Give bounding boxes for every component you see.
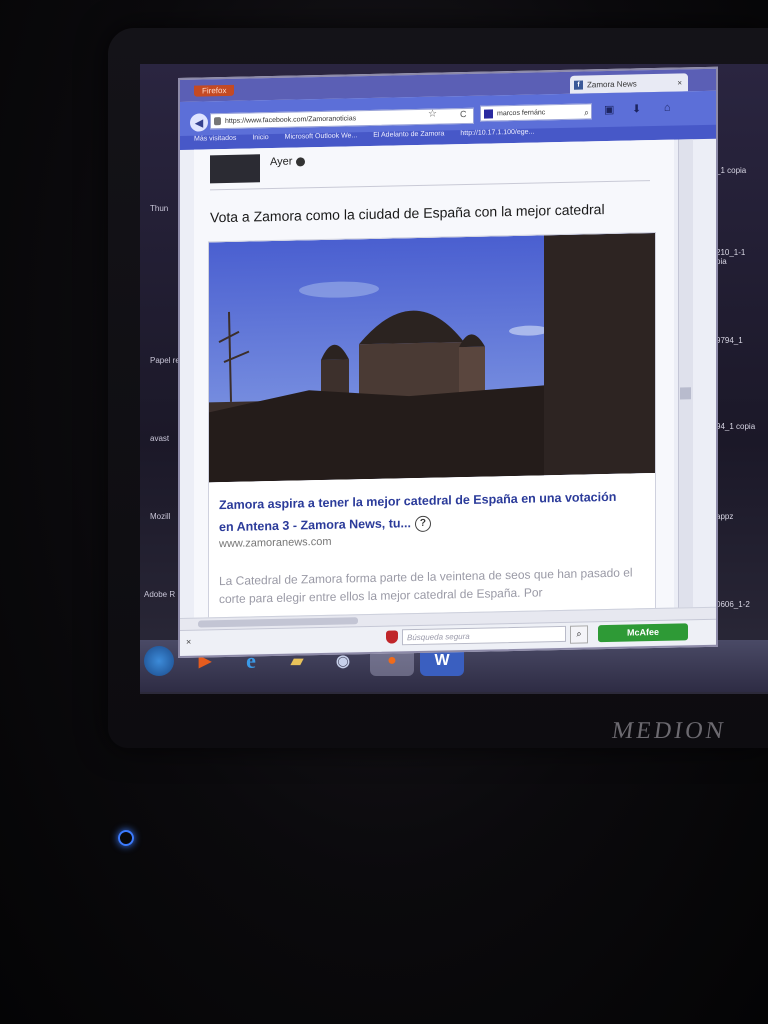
start-button-icon[interactable] [144,646,174,676]
bookmark-most-visited[interactable]: Más visitados [194,135,236,143]
desktop-file-5[interactable]: appz [716,512,756,521]
home-icon[interactable]: ⌂ [664,102,671,114]
firefox-window: Firefox f Zamora News × ◀ https://www.fa… [178,66,718,659]
secure-search-input[interactable]: Búsqueda segura [402,625,566,646]
desktop-file-4[interactable]: 94_1 copia [716,422,756,431]
desktop-file-1[interactable]: _1 copia [716,166,756,175]
desktop-file-2[interactable]: 210_1-1 pia [716,248,756,266]
power-led-icon [118,830,134,846]
bookmark-star-icon[interactable]: ☆ [428,109,437,120]
divider [210,180,650,191]
desktop-file-6[interactable]: 0606_1-2 [716,600,756,609]
vertical-scroll-thumb[interactable] [680,387,691,400]
tab-title: Zamora News [587,78,637,89]
page-avatar-thumbnail[interactable] [210,154,260,184]
lock-icon [214,117,221,126]
post-timestamp[interactable]: Ayer [270,155,306,169]
toolbar-button-icon[interactable]: ▣ [604,103,614,116]
vertical-scrollbar[interactable] [678,139,693,610]
search-bar[interactable]: marcos fernánc ⌕ [480,103,592,122]
download-icon[interactable]: ⬇ [632,102,641,115]
monitor-brand: MEDION [610,718,728,744]
help-icon[interactable]: ? [414,515,431,532]
globe-icon [296,156,306,167]
magnifier-icon[interactable]: ⌕ [584,105,589,120]
bookmark-home[interactable]: Inicio [252,134,268,141]
bookmark-el-adelanto[interactable]: El Adelanto de Zamora [373,130,444,138]
link-domain: www.zamoranews.com [219,535,332,551]
bookmark-ip[interactable]: http://10.17.1.100/ege... [460,129,534,138]
post-time-text: Ayer [270,155,293,169]
close-addon-bar-icon[interactable]: × [186,637,191,647]
reload-icon[interactable]: C [460,109,467,119]
firefox-menu-button[interactable]: Firefox [194,84,235,97]
facebook-page: Ayer Vota a Zamora como la ciudad de Esp… [194,139,674,618]
link-title[interactable]: Zamora aspira a tener la mejor catedral … [219,486,629,539]
facebook-favicon-icon: f [574,80,583,90]
desktop-file-3[interactable]: 9794_1 [716,336,756,345]
search-text: marcos fernánc [497,109,546,118]
mcafee-button[interactable]: McAfee [598,623,688,643]
url-text: https://www.facebook.com/Zamoranoticias [225,115,357,126]
mcafee-shield-icon [386,630,398,644]
link-description: La Catedral de Zamora forma parte de la … [219,565,633,607]
search-engine-icon[interactable] [484,109,493,119]
post-text: Vota a Zamora como la ciudad de España c… [210,201,605,226]
bookmark-outlook[interactable]: Microsoft Outlook We... [285,132,358,141]
search-button-icon[interactable]: ⌕ [570,625,588,644]
shared-link-card[interactable]: Zamora aspira a tener la mejor catedral … [208,231,656,618]
close-tab-icon[interactable]: × [677,78,682,87]
cathedral-photo[interactable] [209,233,655,483]
